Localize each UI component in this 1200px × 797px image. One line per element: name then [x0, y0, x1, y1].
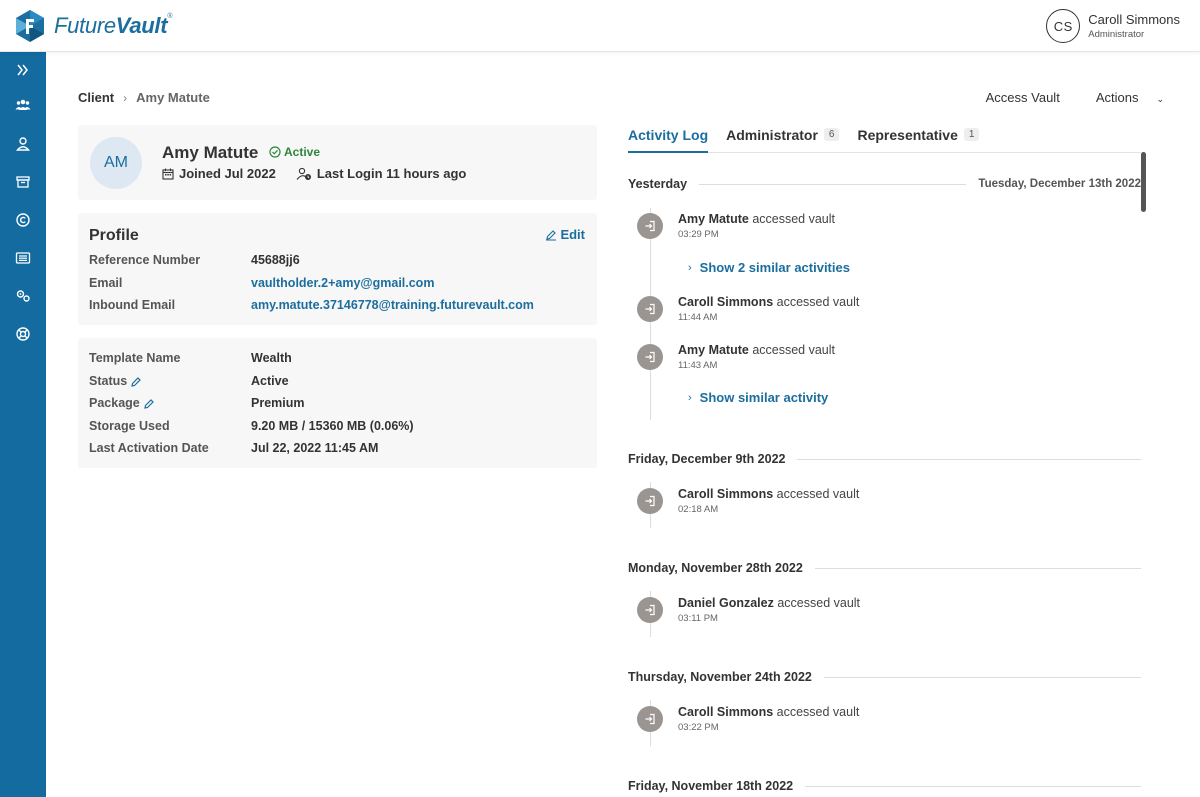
client-summary-card: AM Amy Matute Active Joined Jul 2022 Las…: [78, 125, 597, 200]
client-avatar: AM: [90, 137, 142, 189]
user-menu[interactable]: CS Caroll Simmons Administrator: [1046, 9, 1180, 43]
activity-tabs: Activity Log Administrator 6 Representati…: [628, 125, 1141, 153]
pencil-icon: [546, 229, 557, 240]
date-header: Yesterday Tuesday, December 13th 2022: [628, 177, 1141, 191]
archive-icon[interactable]: [13, 172, 33, 192]
profile-card: Profile Edit Reference Number 45688jj6 E…: [78, 213, 597, 325]
client-meta: Joined Jul 2022 Last Login 11 hours ago: [162, 166, 486, 181]
date-header: Friday, December 9th 2022: [628, 452, 1141, 466]
last-login: Last Login 11 hours ago: [296, 166, 466, 181]
user-icon[interactable]: [13, 134, 33, 154]
reference-number-row: Reference Number 45688jj6: [89, 253, 300, 267]
edit-package-pencil-icon[interactable]: [143, 398, 155, 410]
breadcrumb-separator: ›: [123, 90, 128, 105]
activity-item: Caroll Simmons accessed vault: [678, 705, 860, 719]
tab-activity-log[interactable]: Activity Log: [628, 125, 709, 153]
activity-item: Caroll Simmons accessed vault: [678, 487, 860, 501]
settings-icon[interactable]: [13, 286, 33, 306]
activity-time: 11:43 AM: [678, 360, 718, 371]
inbound-email-row: Inbound Email amy.matute.37146778@traini…: [89, 298, 534, 312]
futurevault-logo[interactable]: FutureVault®: [14, 9, 172, 43]
logo-mark-icon: [16, 10, 44, 42]
logo-text: FutureVault®: [54, 13, 173, 38]
activity-item: Amy Matute accessed vault: [678, 212, 836, 226]
show-similar-activities-link[interactable]: › Show 2 similar activities: [688, 260, 850, 275]
user-name: Caroll Simmons: [1088, 12, 1180, 27]
inbound-email-link[interactable]: amy.matute.37146778@training.futurevault…: [251, 298, 534, 312]
breadcrumb-client[interactable]: Client: [78, 90, 114, 105]
breadcrumb: Client › Amy Matute: [78, 90, 210, 105]
activity-time: 03:22 PM: [678, 722, 719, 733]
email-row: Email vaultholder.2+amy@gmail.com: [89, 276, 435, 290]
top-header: FutureVault® CS Caroll Simmons Administr…: [0, 0, 1200, 52]
edit-status-pencil-icon[interactable]: [130, 376, 142, 388]
login-icon: [637, 213, 663, 239]
activity-time: 03:11 PM: [678, 613, 718, 624]
activity-item: Amy Matute accessed vault: [678, 343, 836, 357]
tab-count-badge: 1: [963, 128, 980, 141]
support-icon[interactable]: [13, 324, 33, 344]
date-header: Thursday, November 24th 2022: [628, 670, 1141, 684]
access-vault-link[interactable]: Access Vault: [986, 90, 1060, 105]
expand-icon[interactable]: [13, 60, 33, 80]
vault-details-card: Template Name Wealth Status Active Packa…: [78, 338, 597, 468]
storage-used-row: Storage Used 9.20 MB / 15360 MB (0.06%): [89, 419, 414, 433]
copyright-icon[interactable]: [13, 210, 33, 230]
chevron-right-icon: ›: [688, 261, 692, 274]
activity-time: 03:29 PM: [678, 229, 719, 240]
last-activation-row: Last Activation Date Jul 22, 2022 11:45 …: [89, 441, 379, 455]
activity-item: Caroll Simmons accessed vault: [678, 295, 860, 309]
chevron-right-icon: ›: [688, 391, 692, 404]
tab-representative[interactable]: Representative 1: [857, 125, 980, 153]
client-name: Amy Matute: [162, 143, 259, 162]
user-clock-icon: [296, 167, 311, 180]
list-icon[interactable]: [13, 248, 33, 268]
show-similar-activity-link[interactable]: › Show similar activity: [688, 390, 828, 405]
page-actions: Access Vault Actions ⌄: [968, 90, 1164, 105]
chevron-down-icon: ⌄: [1156, 94, 1164, 104]
activity-time: 02:18 AM: [678, 504, 719, 515]
breadcrumb-current: Amy Matute: [136, 90, 210, 105]
user-role: Administrator: [1088, 29, 1145, 40]
login-icon: [637, 597, 663, 623]
tab-count-badge: 6: [823, 128, 840, 141]
date-header: Friday, November 18th 2022: [628, 779, 1141, 793]
template-name-row: Template Name Wealth: [89, 351, 292, 365]
login-icon: [637, 344, 663, 370]
package-row: Package Premium: [89, 396, 305, 410]
profile-title: Profile: [89, 227, 139, 244]
activity-time: 11:44 AM: [678, 312, 718, 323]
date-header: Monday, November 28th 2022: [628, 561, 1141, 575]
status-badge: Active: [269, 145, 320, 159]
calendar-icon: [162, 168, 174, 180]
login-icon: [637, 296, 663, 322]
joined-date: Joined Jul 2022: [162, 166, 276, 181]
user-avatar[interactable]: CS: [1046, 9, 1081, 43]
actions-dropdown[interactable]: Actions ⌄: [1078, 90, 1164, 105]
sidebar: [0, 52, 46, 797]
email-link[interactable]: vaultholder.2+amy@gmail.com: [251, 276, 434, 290]
scrollbar-thumb[interactable]: [1141, 152, 1146, 212]
edit-profile-button[interactable]: Edit: [545, 227, 585, 242]
check-circle-icon: [269, 146, 281, 158]
clients-icon[interactable]: [13, 95, 33, 115]
login-icon: [637, 488, 663, 514]
status-row: Status Active: [89, 374, 289, 388]
tab-administrator[interactable]: Administrator 6: [726, 125, 840, 153]
activity-item: Daniel Gonzalez accessed vault: [678, 596, 861, 610]
login-icon: [637, 706, 663, 732]
